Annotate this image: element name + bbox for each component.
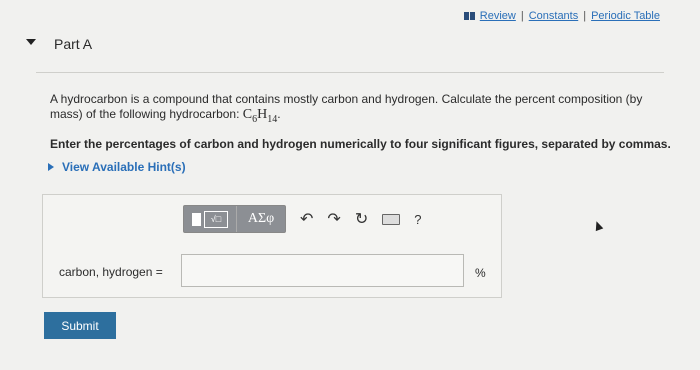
answer-input[interactable] — [181, 254, 464, 287]
percent-unit: % — [475, 266, 486, 280]
periodic-table-link[interactable]: Periodic Table — [591, 10, 660, 22]
mouse-cursor-icon — [592, 219, 604, 232]
hint-label: View Available Hint(s) — [62, 160, 186, 174]
question-text: A hydrocarbon is a compound that contain… — [50, 92, 643, 125]
link-separator: | — [583, 10, 587, 22]
review-link[interactable]: Review — [480, 10, 516, 22]
redo-icon[interactable]: ↷ — [327, 209, 340, 229]
root-template-icon: √□ — [204, 210, 228, 228]
templates-button[interactable]: √□ — [184, 206, 237, 232]
chemical-formula: C6H14 — [242, 107, 278, 125]
template-square-icon — [192, 212, 201, 226]
answer-label: carbon, hydrogen = — [59, 265, 163, 279]
collapse-triangle-icon[interactable] — [26, 39, 36, 45]
keyboard-icon[interactable] — [382, 213, 401, 225]
question-body: A hydrocarbon is a compound that contain… — [50, 92, 643, 121]
link-separator: | — [520, 10, 524, 22]
undo-icon[interactable]: ↶ — [300, 209, 313, 229]
expand-arrow-icon — [48, 163, 54, 171]
divider — [36, 72, 664, 73]
math-toolbar-buttons: √□ ΑΣφ — [183, 205, 286, 233]
instruction-text: Enter the percentages of carbon and hydr… — [50, 137, 671, 151]
math-toolbar: √□ ΑΣφ ↶ ↷ ↻ ? — [183, 205, 421, 233]
answer-panel: √□ ΑΣφ ↶ ↷ ↻ ? carbon, hydrogen = % — [42, 194, 502, 298]
view-hints-link[interactable]: View Available Hint(s) — [48, 160, 186, 174]
submit-button[interactable]: Submit — [44, 312, 116, 339]
book-icon — [463, 12, 475, 20]
help-button[interactable]: ? — [414, 212, 421, 227]
top-links: Review | Constants | Periodic Table — [463, 10, 660, 22]
reset-icon[interactable]: ↻ — [355, 209, 368, 229]
part-title: Part A — [54, 36, 93, 52]
symbols-button[interactable]: ΑΣφ — [237, 206, 285, 232]
constants-link[interactable]: Constants — [529, 10, 579, 22]
